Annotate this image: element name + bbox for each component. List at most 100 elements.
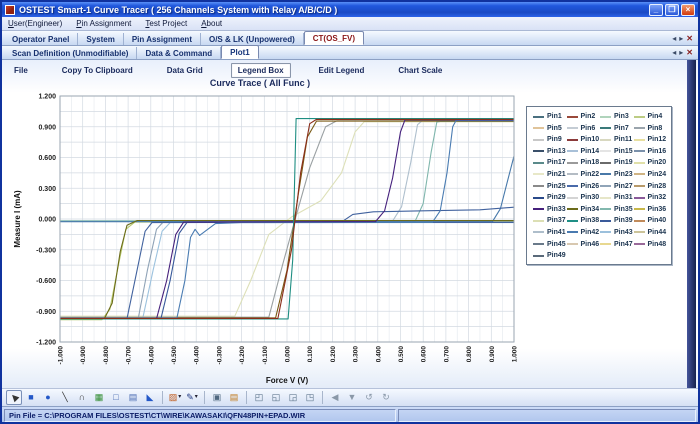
tab-scroll-right-icon[interactable]: ▸ xyxy=(679,49,683,57)
rotate-left-icon[interactable]: ↺ xyxy=(361,390,377,405)
chart-toolbar-data-grid-button[interactable]: Data Grid xyxy=(161,64,209,77)
sub-tab-row: Scan Definition (Unmodifiable)Data & Com… xyxy=(2,46,698,60)
y-tick-label: 0.000 xyxy=(38,217,56,224)
legend-item-pin39: Pin39 xyxy=(600,217,634,224)
legend-swatch-icon xyxy=(634,173,645,175)
legend-box[interactable]: Pin1Pin2Pin3Pin4Pin5Pin6Pin7Pin8Pin9Pin1… xyxy=(526,106,672,265)
legend-item-pin45: Pin45 xyxy=(533,241,567,248)
legend-swatch-icon xyxy=(533,139,544,141)
line-color-icon[interactable]: ✎▾ xyxy=(184,390,200,405)
x-tick-label: 0.900 xyxy=(489,346,496,363)
legend-swatch-icon xyxy=(600,243,611,245)
right-dock-edge xyxy=(687,60,696,407)
legend-swatch-icon xyxy=(634,208,645,210)
order-backward-icon[interactable]: ◱ xyxy=(268,390,284,405)
legend-label: Pin22 xyxy=(581,171,600,178)
tab-close-icon[interactable]: ✕ xyxy=(686,49,693,57)
x-tick-label: 0.300 xyxy=(353,346,360,363)
chart-toolbar-copy-to-clipboard-button[interactable]: Copy To Clipboard xyxy=(56,64,139,77)
legend-item-pin49: Pin49 xyxy=(533,252,567,259)
x-tick-label: 1.000 xyxy=(512,346,519,363)
close-button[interactable]: × xyxy=(681,4,695,16)
legend-swatch-icon xyxy=(600,173,611,175)
legend-label: Pin6 xyxy=(581,125,596,132)
menu-item-user-engineer-[interactable]: User(Engineer) xyxy=(8,19,62,28)
y-tick-label: 0.300 xyxy=(38,186,56,193)
legend-item-pin5: Pin5 xyxy=(533,125,567,132)
legend-swatch-icon xyxy=(600,139,611,141)
legend-swatch-icon xyxy=(634,243,645,245)
copy-icon[interactable]: ▣ xyxy=(209,390,225,405)
rect-tool-icon[interactable]: ■ xyxy=(23,390,39,405)
legend-swatch-icon xyxy=(533,197,544,199)
order-back-icon[interactable]: ◳ xyxy=(302,390,318,405)
x-tick-label: 0.100 xyxy=(307,346,314,363)
legend-item-pin21: Pin21 xyxy=(533,171,567,178)
legend-item-pin22: Pin22 xyxy=(567,171,601,178)
legend-label: Pin34 xyxy=(581,206,600,213)
line-tool-icon[interactable]: ╲ xyxy=(57,390,73,405)
legend-swatch-icon xyxy=(600,116,611,118)
maximize-button[interactable]: ❐ xyxy=(665,4,679,16)
rotate-right-icon[interactable]: ↻ xyxy=(378,390,394,405)
legend-label: Pin20 xyxy=(648,159,667,166)
pointer-icon[interactable]: ▶ xyxy=(6,390,22,405)
callout-tool-icon[interactable]: ▤ xyxy=(125,390,141,405)
tab-scroll-right-icon[interactable]: ▸ xyxy=(679,35,683,43)
legend-label: Pin12 xyxy=(648,136,667,143)
image-tool-icon[interactable]: ▦ xyxy=(91,390,107,405)
subtab-scan-definition-unmodifiable-[interactable]: Scan Definition (Unmodifiable) xyxy=(4,47,137,59)
legend-swatch-icon xyxy=(634,185,645,187)
legend-label: Pin28 xyxy=(648,183,667,190)
paste-icon[interactable]: ▤ xyxy=(226,390,242,405)
menu-item-pin-assignment[interactable]: Pin Assignment xyxy=(76,19,131,28)
ellipse-tool-icon[interactable]: ● xyxy=(40,390,56,405)
legend-item-pin40: Pin40 xyxy=(634,217,668,224)
legend-item-pin31: Pin31 xyxy=(600,194,634,201)
minimize-button[interactable]: _ xyxy=(649,4,663,16)
chart-toolbar-file-button[interactable]: File xyxy=(8,64,34,77)
menu-item-test-project[interactable]: Test Project xyxy=(145,19,187,28)
legend-label: Pin1 xyxy=(547,113,562,120)
chart-toolbar-legend-box-button[interactable]: Legend Box xyxy=(231,63,291,78)
legend-label: Pin49 xyxy=(547,252,566,259)
legend-item-pin41: Pin41 xyxy=(533,229,567,236)
fill-color-icon[interactable]: ▨▾ xyxy=(167,390,183,405)
subtab-plot1[interactable]: Plot1 xyxy=(221,45,259,59)
tab-scroll-left-icon[interactable]: ◂ xyxy=(672,35,676,43)
polygon-tool-icon[interactable]: ◣ xyxy=(142,390,158,405)
flip-vertical-icon[interactable]: ▼ xyxy=(344,390,360,405)
tab-system[interactable]: System xyxy=(78,33,123,45)
x-tick-label: -0.800 xyxy=(103,346,110,365)
subtab-data-command[interactable]: Data & Command xyxy=(137,47,221,59)
legend-label: Pin30 xyxy=(581,194,600,201)
legend-swatch-icon xyxy=(533,231,544,233)
tab-pin-assignment[interactable]: Pin Assignment xyxy=(124,33,201,45)
arc-tool-icon[interactable]: ∩ xyxy=(74,390,90,405)
pin-file-status: Pin File = C:\PROGRAM FILES\OSTEST\CT\WI… xyxy=(4,409,396,422)
legend-label: Pin48 xyxy=(648,241,667,248)
tab-o-s-lk-unpowered-[interactable]: O/S & LK (Unpowered) xyxy=(201,33,304,45)
tab-close-icon[interactable]: ✕ xyxy=(686,35,693,43)
legend-item-pin47: Pin47 xyxy=(600,241,634,248)
chart-toolbar-edit-legend-button[interactable]: Edit Legend xyxy=(313,64,371,77)
tab-ct-os-fv-[interactable]: CT(OS_FV) xyxy=(304,31,364,45)
toolbar-separator xyxy=(246,391,247,404)
legend-label: Pin40 xyxy=(648,217,667,224)
toolbar-separator xyxy=(162,391,163,404)
chart-toolbar-chart-scale-button[interactable]: Chart Scale xyxy=(392,64,448,77)
frame-tool-icon[interactable]: □ xyxy=(108,390,124,405)
tab-operator-panel[interactable]: Operator Panel xyxy=(4,33,78,45)
legend-swatch-icon xyxy=(567,185,578,187)
legend-item-pin29: Pin29 xyxy=(533,194,567,201)
legend-label: Pin5 xyxy=(547,125,562,132)
x-axis-title: Force V (V) xyxy=(266,376,309,385)
y-tick-label: -0.300 xyxy=(36,247,56,254)
order-forward-icon[interactable]: ◰ xyxy=(251,390,267,405)
legend-swatch-icon xyxy=(533,185,544,187)
tab-scroll-left-icon[interactable]: ◂ xyxy=(672,49,676,57)
legend-swatch-icon xyxy=(533,162,544,164)
order-front-icon[interactable]: ◲ xyxy=(285,390,301,405)
menu-item-about[interactable]: About xyxy=(201,19,222,28)
flip-horizontal-icon[interactable]: ◀ xyxy=(327,390,343,405)
